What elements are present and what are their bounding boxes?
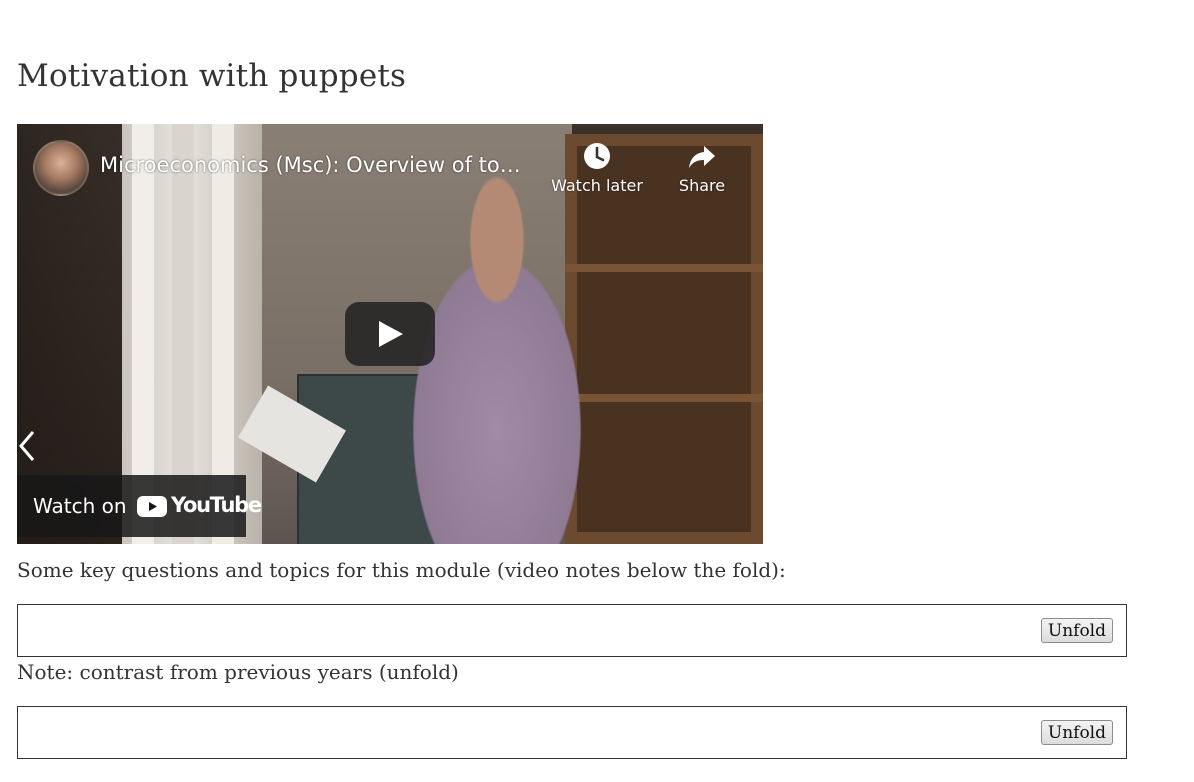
- previous-video-button[interactable]: [17, 426, 41, 466]
- video-title[interactable]: Microeconomics (Msc): Overview of to…: [100, 153, 540, 177]
- chevron-left-icon: [19, 431, 35, 461]
- share-arrow-icon: [689, 146, 715, 168]
- watch-on-label: Watch on: [33, 494, 127, 518]
- page-title: Motivation with puppets: [17, 58, 407, 94]
- share-button[interactable]: Share: [667, 140, 737, 195]
- foldable-section-previous-years: Unfold: [17, 706, 1127, 759]
- youtube-wordmark: YouTube: [171, 493, 262, 517]
- watch-later-button[interactable]: Watch later: [547, 140, 647, 195]
- channel-avatar[interactable]: [33, 140, 89, 196]
- play-icon: [379, 321, 403, 347]
- watch-later-label: Watch later: [551, 176, 643, 195]
- foldable-section-key-questions: Unfold: [17, 604, 1127, 657]
- unfold-button[interactable]: Unfold: [1040, 720, 1113, 745]
- play-button[interactable]: [345, 302, 435, 366]
- share-label: Share: [678, 176, 726, 195]
- note-text: Note: contrast from previous years (unfo…: [17, 660, 459, 684]
- unfold-button[interactable]: Unfold: [1040, 618, 1113, 643]
- youtube-embed[interactable]: Microeconomics (Msc): Overview of to… Wa…: [17, 124, 763, 544]
- key-questions-text: Some key questions and topics for this m…: [17, 558, 786, 582]
- clock-icon: [584, 143, 610, 169]
- watch-on-youtube-button[interactable]: Watch on YouTube: [17, 475, 262, 537]
- youtube-logo-icon: [137, 496, 167, 517]
